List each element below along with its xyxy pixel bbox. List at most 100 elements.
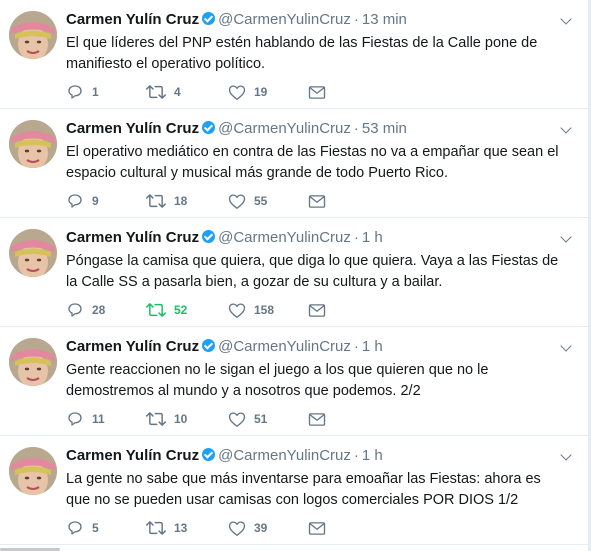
reply-count: 1 bbox=[92, 85, 99, 99]
author-handle[interactable]: @CarmenYulinCruz bbox=[218, 120, 351, 137]
tweet-text: El que líderes del PNP estén hablando de… bbox=[66, 35, 538, 72]
tweet-header: Carmen Yulín Cruz @CarmenYulinCruz · 1 h bbox=[66, 338, 383, 356]
retweet-count: 52 bbox=[174, 303, 188, 317]
author-handle[interactable]: @CarmenYulinCruz bbox=[218, 338, 351, 355]
timestamp[interactable]: 13 min bbox=[362, 11, 407, 28]
separator: · bbox=[353, 120, 359, 137]
tweet-header: Carmen Yulín Cruz @CarmenYulinCruz · 1 h bbox=[66, 229, 383, 247]
like-count: 51 bbox=[254, 412, 268, 426]
chevron-down-icon[interactable] bbox=[560, 449, 572, 461]
tweet-header: Carmen Yulín Cruz @CarmenYulinCruz · 53 min bbox=[66, 120, 407, 138]
tweet-header: Carmen Yulín Cruz @CarmenYulinCruz · 1 h bbox=[66, 447, 383, 465]
tweet-text: La gente no sabe que más inventarse para… bbox=[66, 471, 541, 508]
author-name[interactable]: Carmen Yulín Cruz bbox=[66, 120, 199, 137]
direct-message-button[interactable] bbox=[308, 518, 326, 538]
separator: · bbox=[353, 338, 359, 355]
tweet-text: Gente reaccionen no le sigan el juego a … bbox=[66, 362, 489, 399]
verified-badge-icon bbox=[202, 448, 216, 461]
direct-message-button[interactable] bbox=[308, 82, 326, 102]
reply-count: 9 bbox=[92, 194, 99, 208]
reply-button[interactable]: 5 bbox=[66, 518, 99, 538]
author-name[interactable]: Carmen Yulín Cruz bbox=[66, 229, 199, 246]
verified-badge-icon bbox=[202, 12, 216, 25]
author-handle[interactable]: @CarmenYulinCruz bbox=[218, 229, 351, 246]
author-name[interactable]: Carmen Yulín Cruz bbox=[66, 447, 199, 464]
retweet-count: 13 bbox=[174, 521, 188, 535]
reply-button[interactable]: 1 bbox=[66, 82, 99, 102]
reply-icon bbox=[68, 412, 82, 426]
reply-count: 5 bbox=[92, 521, 99, 535]
retweet-button[interactable]: 52 bbox=[146, 300, 187, 320]
verified-badge-icon bbox=[202, 339, 216, 352]
like-count: 158 bbox=[254, 303, 275, 317]
retweet-icon bbox=[146, 303, 166, 317]
author-handle[interactable]: @CarmenYulinCruz bbox=[218, 11, 351, 28]
like-button[interactable]: 158 bbox=[228, 300, 274, 320]
heart-icon bbox=[228, 193, 246, 209]
reply-icon bbox=[68, 194, 82, 208]
like-count: 39 bbox=[254, 521, 268, 535]
timestamp[interactable]: 1 h bbox=[362, 338, 383, 355]
avatar[interactable] bbox=[9, 229, 57, 277]
tweet[interactable]: Carmen Yulín Cruz @CarmenYulinCruz · 1 h Pó… bbox=[0, 218, 588, 327]
direct-message-button[interactable] bbox=[308, 409, 326, 429]
tweet-text: El operativo mediático en contra de las … bbox=[66, 144, 559, 181]
tweet-text: Póngase la camisa que quiera, que diga l… bbox=[66, 253, 559, 290]
reply-count: 28 bbox=[92, 303, 106, 317]
tweet[interactable]: Carmen Yulín Cruz @CarmenYulinCruz · 53 min… bbox=[0, 109, 588, 218]
reply-button[interactable]: 11 bbox=[66, 409, 105, 429]
heart-icon bbox=[228, 302, 246, 318]
chevron-down-icon[interactable] bbox=[560, 231, 572, 243]
separator: · bbox=[353, 229, 359, 246]
timeline: Carmen Yulín Cruz @CarmenYulinCruz · 13 min… bbox=[0, 0, 588, 545]
direct-message-button[interactable] bbox=[308, 300, 326, 320]
direct-message-button[interactable] bbox=[308, 191, 326, 211]
heart-icon bbox=[228, 84, 246, 100]
like-button[interactable]: 51 bbox=[228, 409, 267, 429]
author-name[interactable]: Carmen Yulín Cruz bbox=[66, 11, 199, 28]
tweet[interactable]: Carmen Yulín Cruz @CarmenYulinCruz · 1 h La… bbox=[0, 436, 588, 545]
like-button[interactable]: 19 bbox=[228, 82, 267, 102]
retweet-count: 4 bbox=[174, 85, 181, 99]
author-handle[interactable]: @CarmenYulinCruz bbox=[218, 447, 351, 464]
avatar[interactable] bbox=[9, 338, 57, 386]
like-count: 55 bbox=[254, 194, 268, 208]
reply-icon bbox=[68, 85, 82, 99]
retweet-count: 10 bbox=[174, 412, 188, 426]
heart-icon bbox=[228, 411, 246, 427]
chevron-down-icon[interactable] bbox=[560, 122, 572, 134]
envelope-icon bbox=[308, 194, 326, 208]
reply-icon bbox=[68, 521, 82, 535]
heart-icon bbox=[228, 520, 246, 536]
envelope-icon bbox=[308, 412, 326, 426]
verified-badge-icon bbox=[202, 121, 216, 134]
verified-badge-icon bbox=[202, 230, 216, 243]
retweet-icon bbox=[146, 85, 166, 99]
timestamp[interactable]: 1 h bbox=[362, 447, 383, 464]
envelope-icon bbox=[308, 303, 326, 317]
like-button[interactable]: 55 bbox=[228, 191, 267, 211]
tweet[interactable]: Carmen Yulín Cruz @CarmenYulinCruz · 1 h Ge… bbox=[0, 327, 588, 436]
retweet-button[interactable]: 10 bbox=[146, 409, 187, 429]
author-name[interactable]: Carmen Yulín Cruz bbox=[66, 338, 199, 355]
tweet[interactable]: Carmen Yulín Cruz @CarmenYulinCruz · 13 min… bbox=[0, 0, 588, 109]
reply-button[interactable]: 28 bbox=[66, 300, 105, 320]
timestamp[interactable]: 53 min bbox=[362, 120, 407, 137]
avatar[interactable] bbox=[9, 120, 57, 168]
chevron-down-icon[interactable] bbox=[560, 13, 572, 25]
avatar[interactable] bbox=[9, 11, 57, 59]
chevron-down-icon[interactable] bbox=[560, 340, 572, 352]
avatar[interactable] bbox=[9, 447, 57, 495]
separator: · bbox=[353, 447, 359, 464]
retweet-button[interactable]: 13 bbox=[146, 518, 187, 538]
timestamp[interactable]: 1 h bbox=[362, 229, 383, 246]
like-button[interactable]: 39 bbox=[228, 518, 267, 538]
reply-button[interactable]: 9 bbox=[66, 191, 99, 211]
retweet-icon bbox=[146, 521, 166, 535]
retweet-button[interactable]: 18 bbox=[146, 191, 187, 211]
retweet-icon bbox=[146, 412, 166, 426]
envelope-icon bbox=[308, 521, 326, 535]
retweet-button[interactable]: 4 bbox=[146, 82, 181, 102]
retweet-count: 18 bbox=[174, 194, 188, 208]
retweet-icon bbox=[146, 194, 166, 208]
